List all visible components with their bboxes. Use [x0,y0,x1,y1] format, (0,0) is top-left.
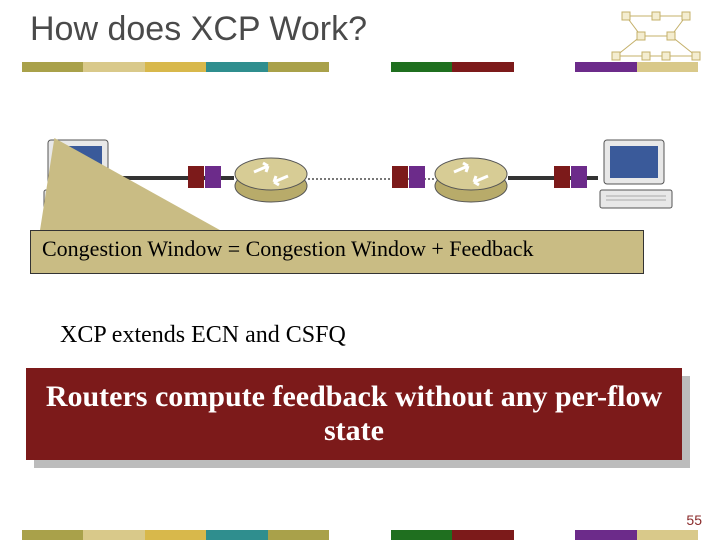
divider-seg [22,62,83,72]
divider-seg [83,62,144,72]
divider-seg [452,62,513,72]
divider-seg [145,530,206,540]
packet-marker [188,166,204,188]
divider-seg [391,530,452,540]
divider-seg [575,530,636,540]
page-number: 55 [686,512,702,528]
packet-marker [205,166,221,188]
divider-seg [329,62,390,72]
network-ornament-icon [606,6,706,68]
divider-seg [22,530,83,540]
footer-divider [22,530,698,540]
packet-marker [554,166,570,188]
slide: How does XCP Work? [0,0,720,540]
computer-right-icon [596,134,676,220]
divider-seg [391,62,452,72]
highlight-box: Routers compute feedback without any per… [26,368,682,460]
title-divider [22,62,698,72]
router-a-icon [232,150,310,206]
divider-seg [268,62,329,72]
extends-text: XCP extends ECN and CSFQ [60,322,346,349]
divider-seg [206,62,267,72]
divider-seg [145,62,206,72]
packet-marker [392,166,408,188]
page-title: How does XCP Work? [30,10,367,49]
divider-seg [83,530,144,540]
divider-seg [514,62,575,72]
divider-seg [637,530,698,540]
highlight-text: Routers compute feedback without any per… [26,380,682,449]
packet-marker [571,166,587,188]
packet-marker [409,166,425,188]
router-b-icon [432,150,510,206]
congestion-equation: Congestion Window = Congestion Window + … [42,236,534,262]
divider-seg [268,530,329,540]
divider-seg [452,530,513,540]
divider-seg [206,530,267,540]
divider-seg [329,530,390,540]
divider-seg [514,530,575,540]
